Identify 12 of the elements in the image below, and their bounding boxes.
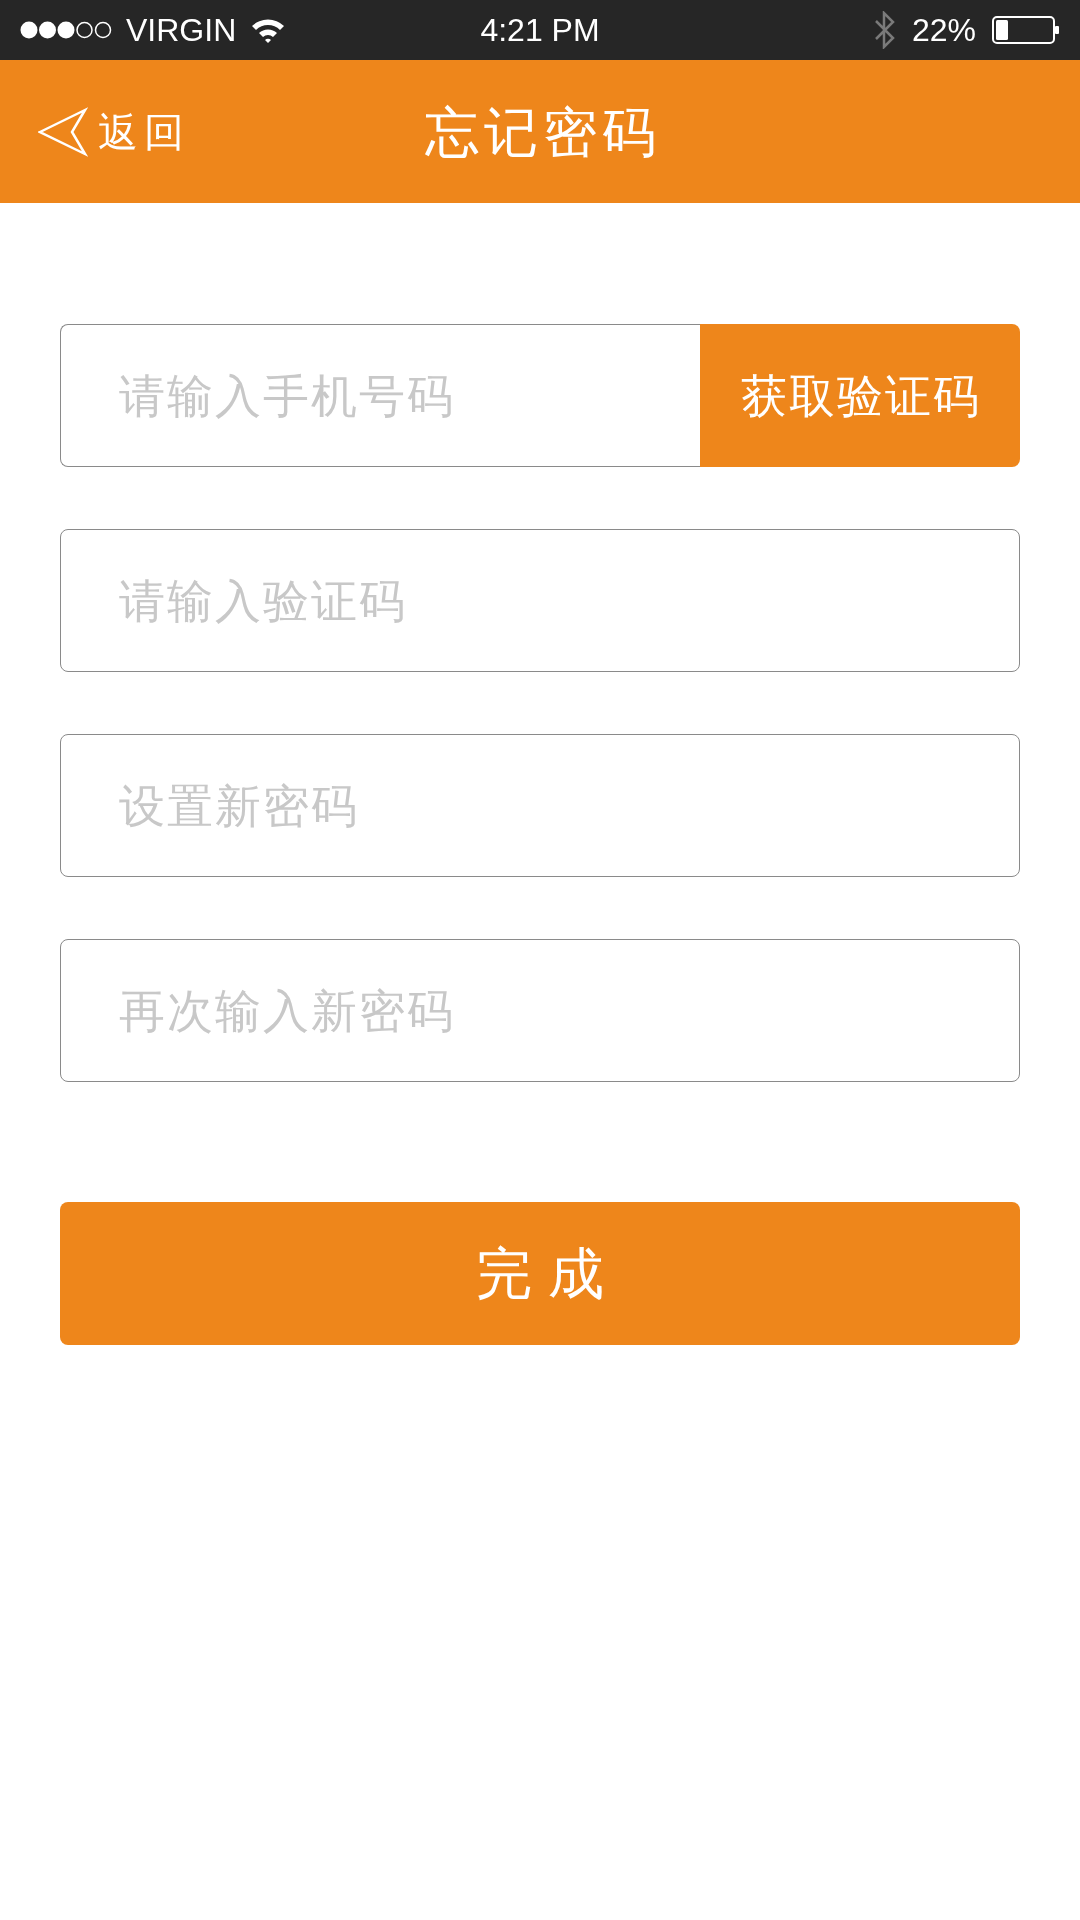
get-code-button[interactable]: 获取验证码: [700, 324, 1020, 467]
bluetooth-icon: [873, 11, 896, 49]
submit-button[interactable]: 完成: [60, 1202, 1020, 1345]
back-button[interactable]: 返回: [38, 106, 190, 157]
signal-strength-icon: [20, 21, 112, 39]
battery-percent: 22%: [911, 14, 976, 46]
carrier-name: VIRGIN: [126, 14, 237, 46]
page-title: 忘记密码: [423, 104, 661, 159]
back-arrow-icon: [38, 106, 88, 157]
clock-time: 4:21 PM: [480, 14, 600, 46]
battery-icon: [992, 16, 1060, 44]
wifi-icon: [250, 17, 287, 43]
